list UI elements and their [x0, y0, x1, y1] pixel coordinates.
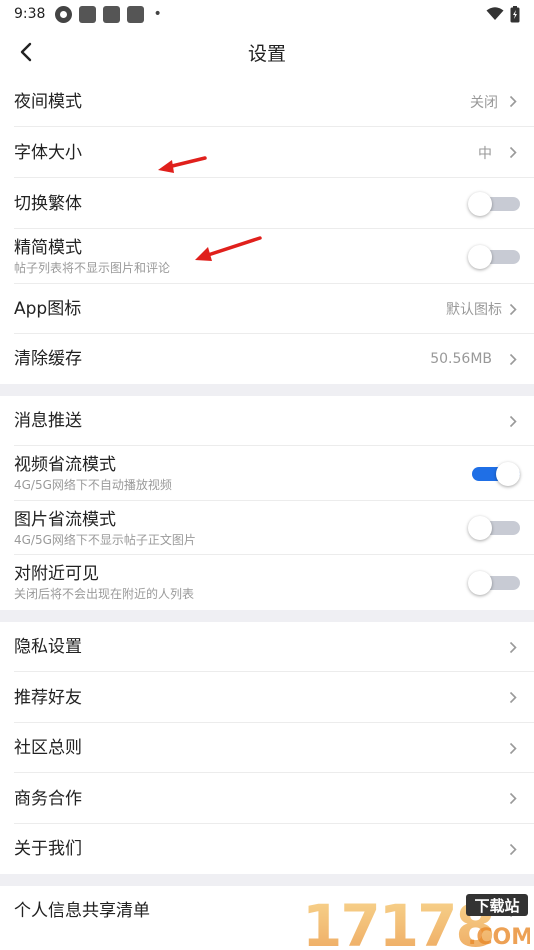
nav-bar: 设置: [0, 28, 534, 76]
setting-row-community-rules[interactable]: 社区总则: [0, 723, 534, 773]
page-title: 设置: [247, 42, 286, 65]
notification-icon: [103, 5, 121, 23]
section-divider: [0, 874, 534, 886]
setting-description: 4G/5G网络下不显示帖子正文图片: [14, 532, 196, 547]
chevron-right-icon: [506, 640, 520, 654]
notification-icon: [127, 5, 145, 23]
video-data-saver-toggle[interactable]: [468, 461, 520, 486]
setting-row-night-mode[interactable]: 夜间模式 关闭: [0, 76, 534, 127]
setting-row-app-icon[interactable]: App图标 默认图标: [0, 284, 534, 334]
chevron-right-icon: [506, 792, 520, 806]
setting-label: 个人信息共享清单: [14, 901, 150, 921]
image-data-saver-toggle[interactable]: [468, 516, 520, 540]
setting-label: 清除缓存: [14, 349, 82, 369]
setting-row-recommend-friends[interactable]: 推荐好友: [0, 672, 534, 723]
chevron-right-icon: [506, 691, 520, 705]
setting-label: 字体大小: [14, 142, 82, 163]
setting-label: 切换繁体: [14, 193, 82, 214]
chevron-right-icon: [506, 95, 520, 109]
status-bar: 9:38 •: [0, 0, 534, 28]
setting-row-video-data-saver: 视频省流模式 4G/5G网络下不自动播放视频: [0, 446, 534, 501]
nearby-visible-toggle[interactable]: [468, 570, 520, 595]
setting-label: 视频省流模式: [14, 455, 116, 475]
status-time: 9:38: [14, 6, 46, 22]
section-divider: [0, 384, 534, 396]
chevron-right-icon: [506, 741, 520, 755]
setting-row-traditional-chinese: 切换繁体: [0, 178, 534, 229]
app-notification-icon: [55, 5, 73, 23]
setting-row-clear-cache[interactable]: 清除缓存 50.56MB: [0, 334, 534, 384]
setting-row-image-data-saver: 图片省流模式 4G/5G网络下不显示帖子正文图片: [0, 501, 534, 555]
setting-label: 关于我们: [14, 839, 82, 859]
setting-label: 图片省流模式: [14, 509, 116, 530]
setting-row-about-us[interactable]: 关于我们: [0, 824, 534, 874]
setting-row-business[interactable]: 商务合作: [0, 773, 534, 824]
chevron-right-icon: [506, 146, 520, 160]
chevron-right-icon: [506, 302, 520, 316]
chevron-right-icon: [506, 414, 520, 428]
setting-row-push-notifications[interactable]: 消息推送: [0, 396, 534, 446]
notification-icon: [79, 5, 97, 23]
setting-description: 帖子列表将不显示图片和评论: [14, 261, 171, 275]
setting-value: 50.56MB: [430, 351, 492, 367]
watermark-digits: 17178: [302, 892, 494, 950]
setting-description: 4G/5G网络下不自动播放视频: [14, 478, 172, 492]
setting-label: 商务合作: [14, 788, 82, 809]
setting-row-font-size[interactable]: 字体大小 中: [0, 127, 534, 178]
traditional-chinese-toggle[interactable]: [468, 191, 520, 216]
chevron-right-icon: [506, 352, 520, 366]
setting-value: 中: [478, 145, 492, 162]
back-button[interactable]: [8, 34, 44, 70]
section-divider: [0, 610, 534, 622]
setting-description: 关闭后将不会出现在附近的人列表: [14, 587, 195, 601]
setting-label: 夜间模式: [14, 91, 82, 112]
chevron-right-icon: [506, 842, 520, 856]
setting-label: 对附近可见: [14, 564, 99, 584]
setting-label: 推荐好友: [14, 687, 82, 708]
setting-row-privacy[interactable]: 隐私设置: [0, 622, 534, 672]
watermark-badge: 下载站: [474, 897, 519, 915]
watermark-logo: 17178 下载站 .COM: [302, 892, 530, 950]
setting-label: 精简模式: [14, 238, 82, 258]
setting-label: 消息推送: [14, 411, 82, 431]
setting-row-nearby-visible: 对附近可见 关闭后将不会出现在附近的人列表: [0, 555, 534, 610]
battery-icon: [510, 5, 520, 23]
setting-label: 隐私设置: [14, 637, 82, 657]
setting-value: 关闭: [470, 94, 498, 111]
wifi-icon: [486, 7, 504, 21]
setting-value: 默认图标: [446, 302, 502, 318]
simple-mode-toggle[interactable]: [468, 244, 520, 269]
setting-row-simple-mode: 精简模式 帖子列表将不显示图片和评论: [0, 229, 534, 284]
chevron-left-icon: [20, 42, 32, 62]
setting-label: App图标: [14, 299, 82, 319]
setting-label: 社区总则: [14, 738, 82, 758]
more-notifications-dot: •: [153, 6, 162, 22]
watermark-domain: .COM: [468, 925, 530, 950]
